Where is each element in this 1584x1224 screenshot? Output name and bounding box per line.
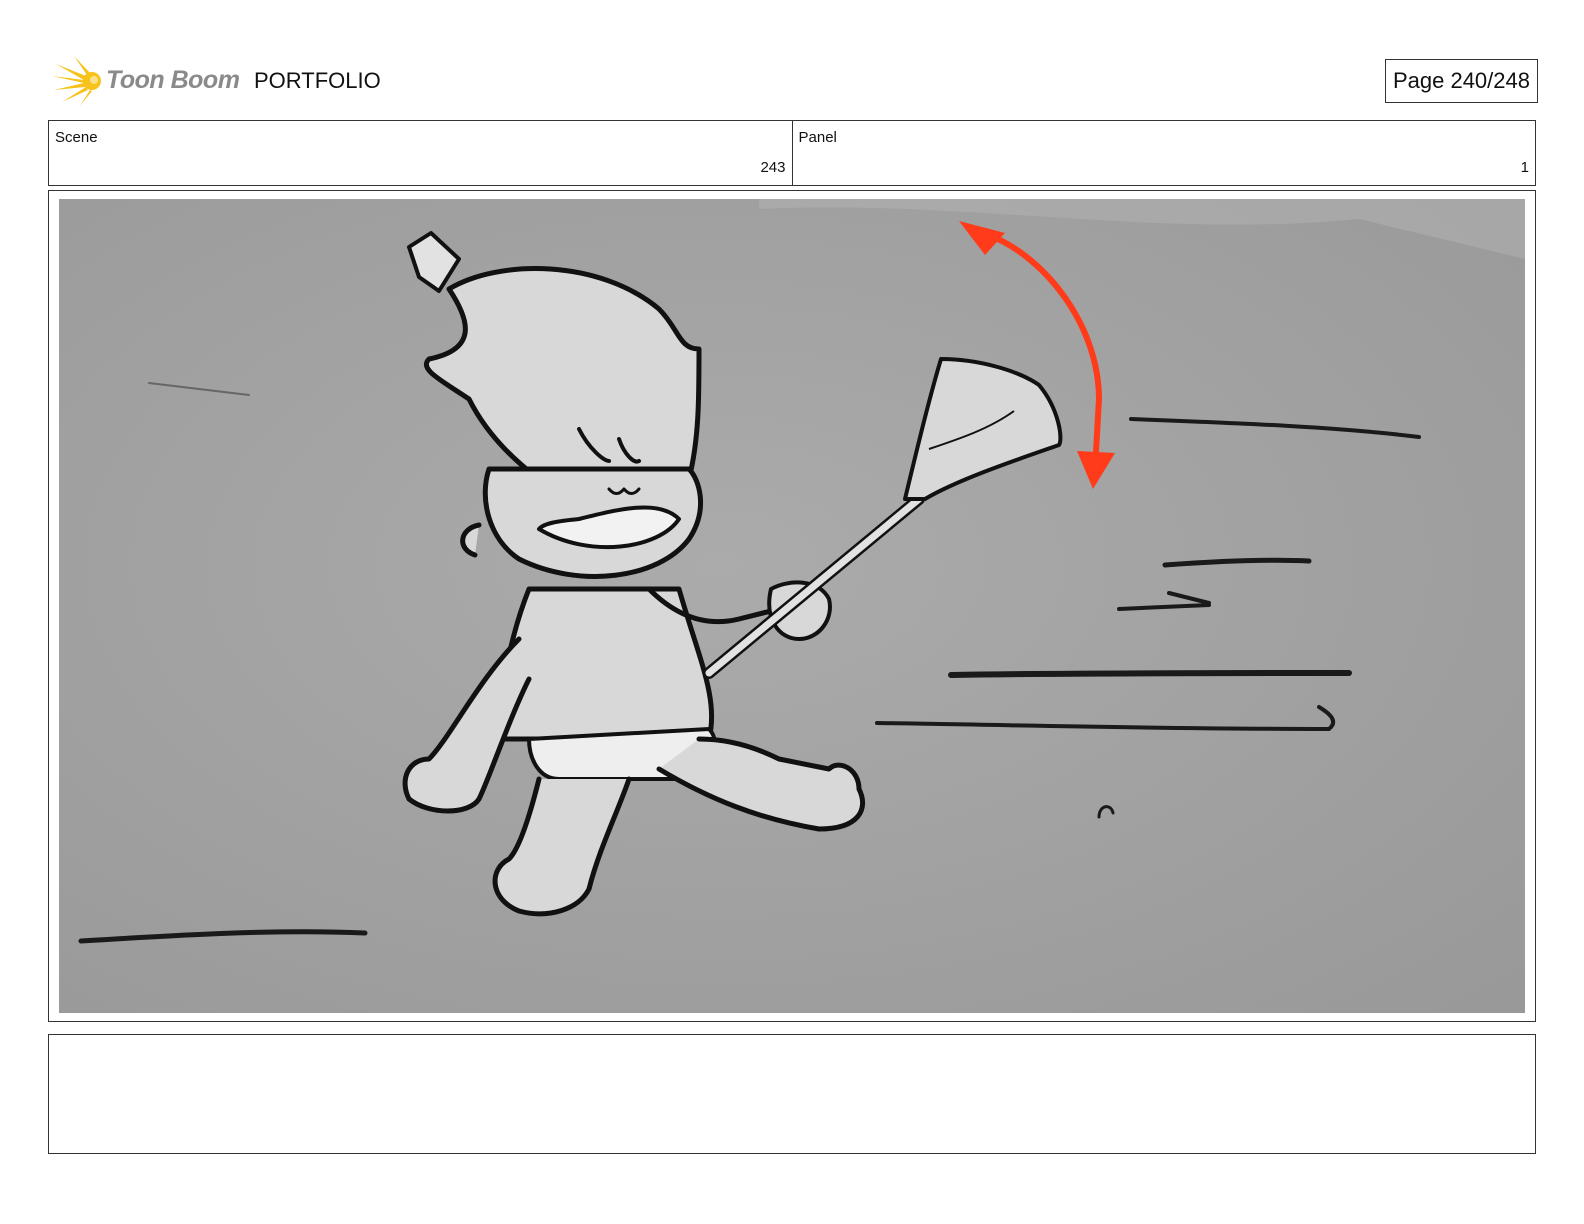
panel-cell: Panel 1 <box>791 121 1536 185</box>
toon-boom-logo-icon <box>52 56 101 106</box>
portfolio-title: PORTFOLIO <box>254 68 381 93</box>
panel-notes-box <box>48 1034 1536 1154</box>
page-header: Toon Boom PORTFOLIO Page 240/248 <box>48 52 1538 112</box>
scene-number: 243 <box>760 159 786 176</box>
toon-boom-logo: Toon Boom <box>52 56 242 108</box>
logo-text: Toon Boom <box>106 66 240 94</box>
scene-panel-info: Scene 243 Panel 1 <box>48 120 1536 186</box>
panel-number: 1 <box>1520 159 1529 176</box>
panel-label: Panel <box>798 129 837 146</box>
scene-label: Scene <box>55 129 98 146</box>
storyboard-drawing <box>59 199 1525 1013</box>
scene-cell: Scene 243 <box>49 121 792 185</box>
page-indicator: Page 240/248 <box>1384 59 1538 103</box>
storyboard-panel-frame <box>48 190 1536 1022</box>
